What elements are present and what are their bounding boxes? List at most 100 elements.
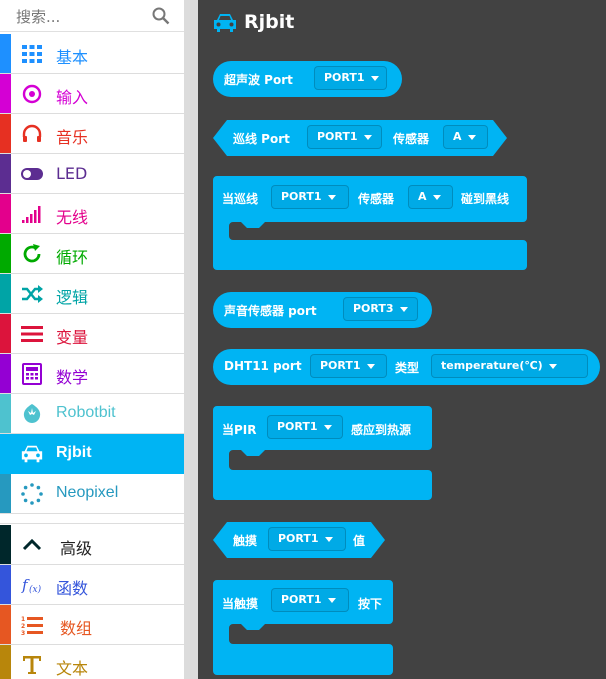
block-label: 当触摸 <box>222 597 259 611</box>
category-rjbit[interactable]: Rjbit <box>0 434 184 474</box>
category-led[interactable]: LED <box>0 154 184 194</box>
category-color-strip <box>0 605 11 644</box>
type-dropdown[interactable]: temperature(℃) <box>431 354 588 378</box>
dropdown-arrow-icon <box>399 306 408 312</box>
block-touch-event[interactable]: 当触摸 PORT1 按下 <box>213 580 393 624</box>
dropdown-arrow-icon <box>323 424 332 430</box>
category-label: 文本 <box>56 659 89 678</box>
text-t-icon <box>23 656 41 674</box>
category-robotbit[interactable]: Robotbit <box>0 394 184 434</box>
port-dropdown[interactable]: PORT1 <box>267 415 343 439</box>
category-label: 数组 <box>60 619 93 638</box>
category-text[interactable]: 文本 <box>0 645 184 679</box>
category-functions[interactable]: f (x) 函数 <box>0 565 184 605</box>
block-dht11[interactable]: DHT11 port PORT1 类型 temperature(℃) <box>213 349 600 385</box>
port-dropdown[interactable]: PORT1 <box>268 527 346 551</box>
port-dropdown[interactable]: PORT1 <box>271 588 349 612</box>
port-dropdown[interactable]: PORT1 <box>310 354 387 378</box>
category-color-strip <box>0 645 11 679</box>
port-dropdown[interactable]: PORT1 <box>314 66 387 90</box>
category-label: Neopixel <box>56 484 119 501</box>
svg-text:1: 1 <box>21 616 25 623</box>
dropdown-arrow-icon <box>432 194 441 200</box>
block-label: 巡线 Port <box>233 132 290 146</box>
toolbox-scrollbar[interactable] <box>184 0 198 679</box>
svg-text:2: 2 <box>21 623 25 630</box>
dropdown-arrow-icon <box>324 536 333 542</box>
category-logic[interactable]: 逻辑 <box>0 274 184 314</box>
category-music[interactable]: 音乐 <box>0 114 184 154</box>
search-box[interactable]: 搜索... <box>0 0 184 32</box>
block-label: 超声波 Port <box>224 73 293 87</box>
category-label: 逻辑 <box>56 288 89 307</box>
category-basic[interactable]: 基本 <box>0 34 184 74</box>
separator <box>0 514 184 524</box>
category-label: 基本 <box>56 48 89 67</box>
target-icon <box>22 84 42 104</box>
category-color-strip <box>0 394 11 433</box>
category-color-strip <box>0 274 11 313</box>
category-label: 高级 <box>60 539 93 558</box>
block-sound-sensor[interactable]: 声音传感器 port PORT3 <box>213 292 432 328</box>
block-line-event[interactable]: 当巡线 PORT1 传感器 A 碰到黑线 <box>213 176 527 222</box>
port-dropdown[interactable]: PORT1 <box>307 125 382 149</box>
category-advanced[interactable]: 高级 <box>0 525 184 565</box>
dropdown-arrow-icon <box>363 134 372 140</box>
category-label: 输入 <box>56 88 89 107</box>
category-neopixel[interactable]: Neopixel <box>0 474 184 514</box>
block-touch-value[interactable]: 触摸 PORT1 值 <box>213 522 385 558</box>
category-color-strip <box>0 74 11 113</box>
svg-text:3: 3 <box>21 630 25 637</box>
category-color-strip <box>0 525 11 564</box>
rebel-icon <box>23 404 41 423</box>
category-label: Robotbit <box>56 404 116 421</box>
category-variables[interactable]: 变量 <box>0 314 184 354</box>
port-dropdown[interactable]: PORT1 <box>271 185 349 209</box>
category-color-strip <box>0 474 11 513</box>
block-ultrasonic[interactable]: 超声波 Port PORT1 <box>213 61 402 97</box>
sensor-dropdown[interactable]: A <box>408 185 453 209</box>
category-math[interactable]: 数学 <box>0 354 184 394</box>
dropdown-arrow-icon <box>327 194 336 200</box>
blocks-flyout: Rjbit 超声波 Port PORT1 巡线 Port PORT1 传感器 A… <box>198 0 606 679</box>
block-label: 值 <box>353 534 366 548</box>
category-loops[interactable]: 循环 <box>0 234 184 274</box>
dropdown-arrow-icon <box>366 363 375 369</box>
dropdown-arrow-icon <box>467 134 476 140</box>
category-label: 数学 <box>56 368 89 387</box>
category-label: Rjbit <box>56 444 92 461</box>
block-label: 感应到热源 <box>351 423 412 437</box>
block-label: 声音传感器 port <box>224 304 317 318</box>
numbered-list-icon: 123 <box>21 616 43 637</box>
headphones-icon <box>22 124 42 142</box>
block-label: 传感器 <box>358 192 395 206</box>
category-radio[interactable]: 无线 <box>0 194 184 234</box>
block-pir-event[interactable]: 当PIR PORT1 感应到热源 <box>213 406 432 450</box>
shuffle-icon <box>22 285 43 303</box>
toolbox: 搜索... 基本 输入 音乐 LED 无线 循环 逻辑 变量 数学 Robotb… <box>0 0 184 679</box>
search-input[interactable]: 搜索... <box>16 6 60 27</box>
port-dropdown[interactable]: PORT3 <box>343 297 418 321</box>
block-label: 当PIR <box>222 423 257 437</box>
dots-circle-icon <box>21 483 43 505</box>
category-input[interactable]: 输入 <box>0 74 184 114</box>
category-color-strip <box>0 354 11 393</box>
svg-text:(x): (x) <box>29 584 42 595</box>
category-label: 无线 <box>56 208 89 227</box>
category-color-strip <box>0 114 11 153</box>
category-label: 音乐 <box>56 128 89 147</box>
sensor-dropdown[interactable]: A <box>443 125 488 149</box>
block-line-sensor[interactable]: 巡线 Port PORT1 传感器 A <box>213 120 507 156</box>
block-label: 触摸 <box>233 534 258 548</box>
category-color-strip <box>0 234 11 273</box>
category-label: 循环 <box>56 248 89 267</box>
category-label: 函数 <box>56 579 89 598</box>
block-label: DHT11 port <box>224 359 302 373</box>
dropdown-arrow-icon <box>548 363 557 369</box>
toggle-icon <box>21 168 43 180</box>
list-lines-icon <box>21 326 43 342</box>
block-label: 碰到黑线 <box>461 192 510 206</box>
category-arrays[interactable]: 123 数组 <box>0 605 184 645</box>
block-label: 类型 <box>395 361 420 375</box>
search-icon[interactable] <box>152 7 170 25</box>
